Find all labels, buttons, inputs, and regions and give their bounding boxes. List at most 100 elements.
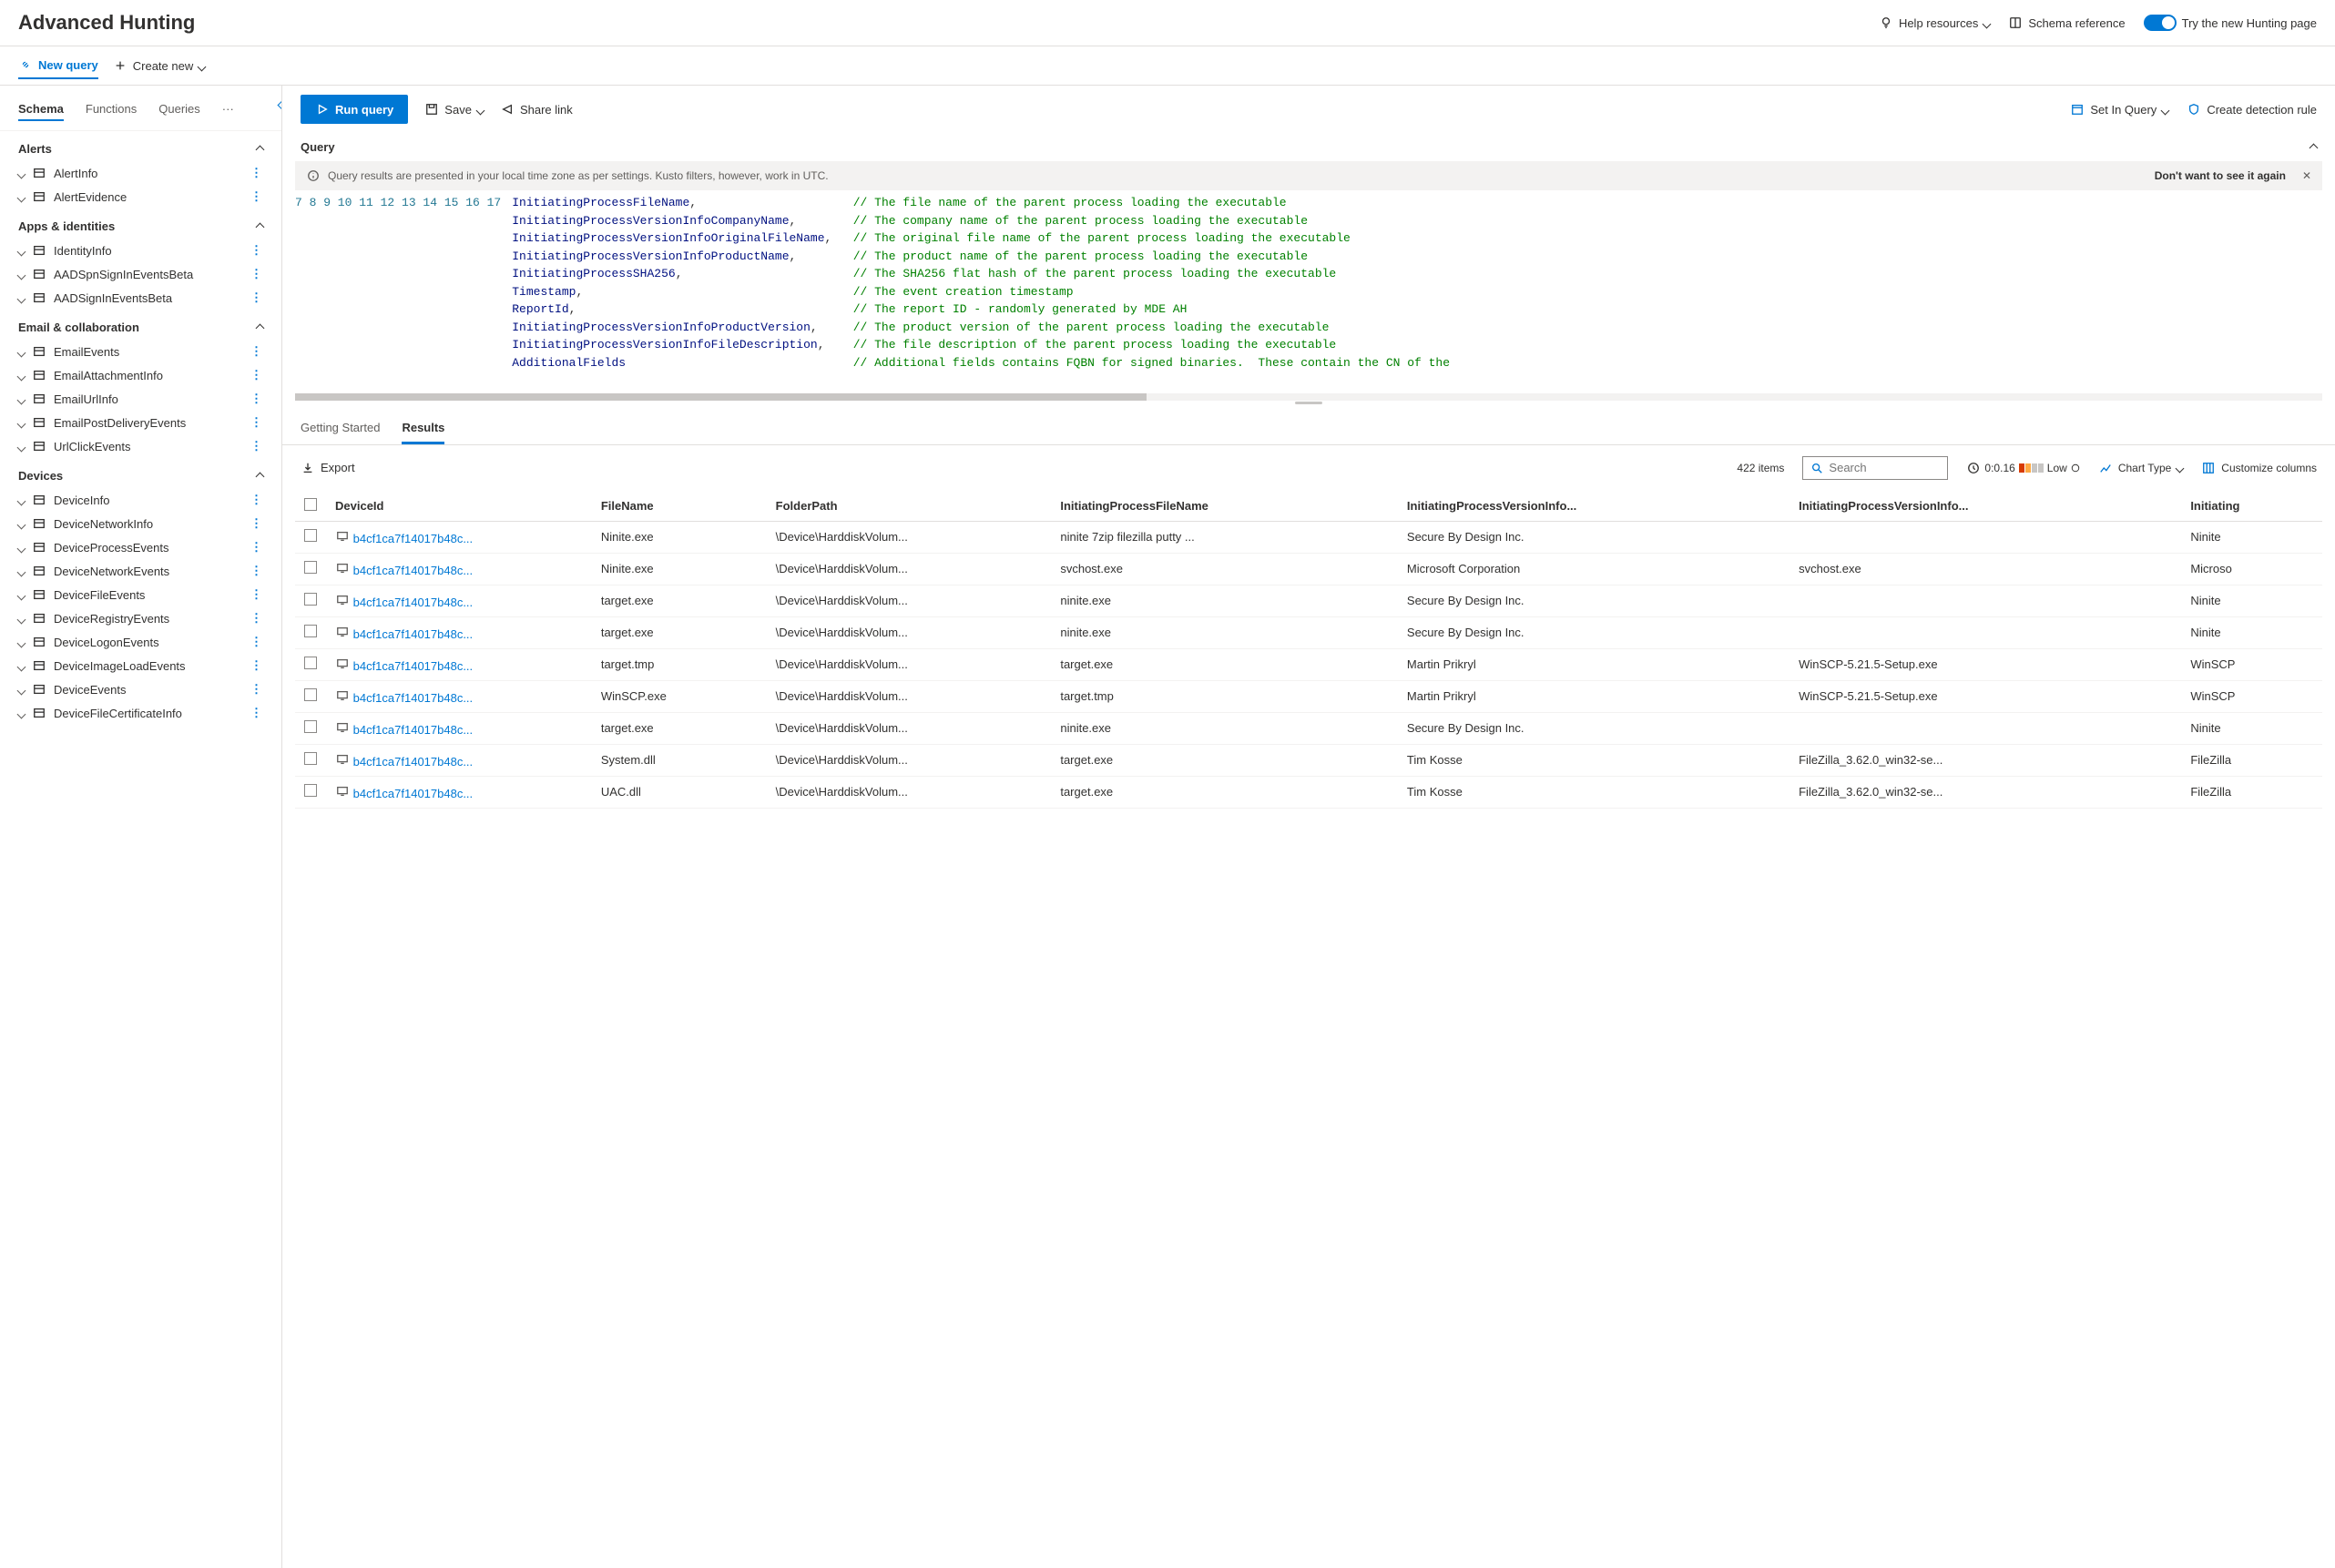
row-checkbox[interactable] [304,561,317,574]
share-link-button[interactable]: Share link [500,102,573,117]
item-more-button[interactable]: ⋮ [250,682,263,697]
schema-table-item[interactable]: AlertEvidence⋮ [0,185,281,209]
schema-table-item[interactable]: DeviceImageLoadEvents⋮ [0,654,281,677]
schema-table-item[interactable]: IdentityInfo⋮ [0,239,281,262]
row-checkbox[interactable] [304,593,317,606]
sidebar-tab-more[interactable]: ··· [222,98,234,121]
row-checkbox[interactable] [304,657,317,669]
editor-horizontal-scrollbar[interactable] [295,393,2322,401]
item-more-button[interactable]: ⋮ [250,658,263,673]
schema-table-item[interactable]: EmailPostDeliveryEvents⋮ [0,411,281,434]
table-row[interactable]: b4cf1ca7f14017b48c... target.exe \Device… [295,585,2322,616]
schema-table-item[interactable]: DeviceRegistryEvents⋮ [0,606,281,630]
tab-results[interactable]: Results [402,413,444,444]
chevron-down-icon [18,565,25,578]
schema-table-item[interactable]: AADSpnSignInEventsBeta⋮ [0,262,281,286]
schema-table-item[interactable]: EmailAttachmentInfo⋮ [0,363,281,387]
table-row[interactable]: b4cf1ca7f14017b48c... System.dll \Device… [295,744,2322,776]
hunting-page-toggle[interactable]: Try the new Hunting page [2144,15,2317,31]
item-more-button[interactable]: ⋮ [250,267,263,281]
sidebar-tab-functions[interactable]: Functions [86,98,137,121]
row-checkbox[interactable] [304,784,317,797]
schema-table-item[interactable]: EmailUrlInfo⋮ [0,387,281,411]
sidebar-tab-queries[interactable]: Queries [158,98,200,121]
item-more-button[interactable]: ⋮ [250,611,263,626]
collapse-sidebar-button[interactable] [270,93,282,115]
column-header[interactable]: FolderPath [767,491,1052,522]
item-more-button[interactable]: ⋮ [250,166,263,180]
query-editor[interactable]: 7 8 9 10 11 12 13 14 15 16 17 Initiating… [282,190,2335,390]
query-section-header[interactable]: Query [282,133,2335,161]
column-header[interactable]: InitiatingProcessVersionInfo... [1789,491,2181,522]
item-more-button[interactable]: ⋮ [250,368,263,382]
item-more-button[interactable]: ⋮ [250,439,263,453]
schema-table-item[interactable]: DeviceFileCertificateInfo⋮ [0,701,281,725]
schema-table-item[interactable]: DeviceNetworkEvents⋮ [0,559,281,583]
schema-table-item[interactable]: DeviceFileEvents⋮ [0,583,281,606]
device-icon [335,720,350,735]
tab-getting-started[interactable]: Getting Started [301,413,380,444]
table-row[interactable]: b4cf1ca7f14017b48c... UAC.dll \Device\Ha… [295,776,2322,808]
run-query-button[interactable]: Run query [301,95,408,124]
table-row[interactable]: b4cf1ca7f14017b48c... target.exe \Device… [295,616,2322,648]
item-more-button[interactable]: ⋮ [250,189,263,204]
item-more-button[interactable]: ⋮ [250,415,263,430]
export-button[interactable]: Export [301,461,355,475]
schema-table-item[interactable]: DeviceNetworkInfo⋮ [0,512,281,535]
results-search-input[interactable] [1802,456,1948,480]
create-new-menu[interactable]: Create new [113,53,205,78]
column-header[interactable]: FileName [592,491,767,522]
chevron-up-icon [257,142,263,156]
schema-table-item[interactable]: UrlClickEvents⋮ [0,434,281,458]
item-more-button[interactable]: ⋮ [250,706,263,720]
close-banner-button[interactable]: ✕ [2302,169,2311,182]
item-more-button[interactable]: ⋮ [250,516,263,531]
column-header[interactable]: DeviceId [326,491,592,522]
row-checkbox[interactable] [304,720,317,733]
schema-table-item[interactable]: DeviceInfo⋮ [0,488,281,512]
table-row[interactable]: b4cf1ca7f14017b48c... Ninite.exe \Device… [295,553,2322,585]
schema-table-item[interactable]: DeviceEvents⋮ [0,677,281,701]
select-all-checkbox[interactable] [304,498,317,511]
table-row[interactable]: b4cf1ca7f14017b48c... target.exe \Device… [295,712,2322,744]
schema-table-item[interactable]: DeviceProcessEvents⋮ [0,535,281,559]
item-more-button[interactable]: ⋮ [250,540,263,555]
item-more-button[interactable]: ⋮ [250,493,263,507]
item-more-button[interactable]: ⋮ [250,564,263,578]
schema-section-header[interactable]: Alerts [0,131,281,161]
schema-section-header[interactable]: Email & collaboration [0,310,281,340]
table-row[interactable]: b4cf1ca7f14017b48c... Ninite.exe \Device… [295,521,2322,553]
column-header[interactable]: InitiatingProcessFileName [1051,491,1398,522]
schema-section-header[interactable]: Apps & identities [0,209,281,239]
table-row[interactable]: b4cf1ca7f14017b48c... target.tmp \Device… [295,648,2322,680]
set-in-query-menu[interactable]: Set In Query [2070,102,2168,117]
item-more-button[interactable]: ⋮ [250,392,263,406]
row-checkbox[interactable] [304,752,317,765]
chart-type-menu[interactable]: Chart Type [2098,461,2183,475]
schema-table-item[interactable]: AADSignInEventsBeta⋮ [0,286,281,310]
schema-table-item[interactable]: DeviceLogonEvents⋮ [0,630,281,654]
dismiss-banner-link[interactable]: Don't want to see it again [2155,169,2286,182]
schema-table-item[interactable]: EmailEvents⋮ [0,340,281,363]
row-checkbox[interactable] [304,625,317,637]
schema-reference-link[interactable]: Schema reference [2008,15,2125,30]
help-resources-menu[interactable]: Help resources [1879,15,1990,30]
item-more-button[interactable]: ⋮ [250,243,263,258]
customize-columns-button[interactable]: Customize columns [2201,461,2317,475]
item-more-button[interactable]: ⋮ [250,290,263,305]
table-row[interactable]: b4cf1ca7f14017b48c... WinSCP.exe \Device… [295,680,2322,712]
create-detection-rule-button[interactable]: Create detection rule [2187,102,2317,117]
schema-table-item[interactable]: AlertInfo⋮ [0,161,281,185]
column-header[interactable]: Initiating [2181,491,2322,522]
schema-section-header[interactable]: Devices [0,458,281,488]
row-checkbox[interactable] [304,529,317,542]
row-checkbox[interactable] [304,688,317,701]
chevron-down-icon [18,291,25,305]
tab-new-query[interactable]: New query [18,52,98,79]
save-menu[interactable]: Save [424,102,484,117]
item-more-button[interactable]: ⋮ [250,635,263,649]
column-header[interactable]: InitiatingProcessVersionInfo... [1398,491,1789,522]
sidebar-tab-schema[interactable]: Schema [18,98,64,121]
item-more-button[interactable]: ⋮ [250,587,263,602]
item-more-button[interactable]: ⋮ [250,344,263,359]
